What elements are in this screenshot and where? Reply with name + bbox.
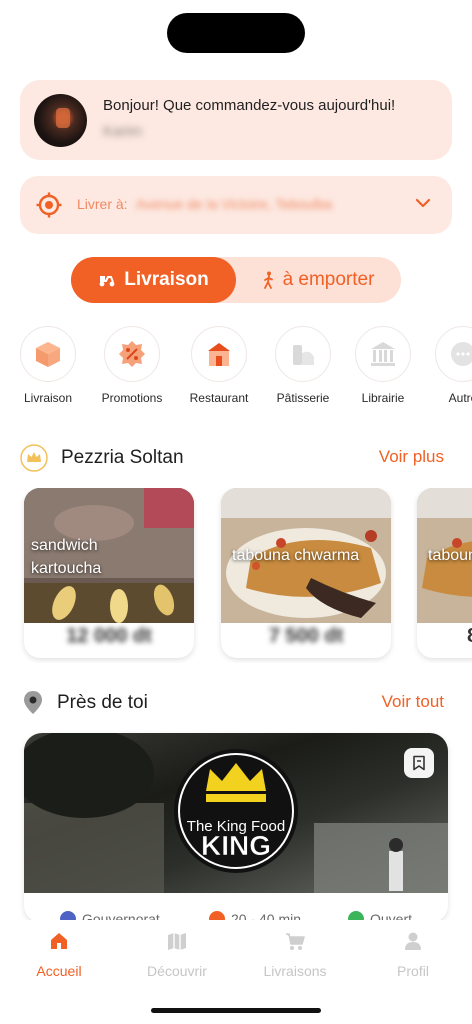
product-card[interactable]: sandwich kartoucha 12 000 dt bbox=[24, 488, 194, 658]
package-icon bbox=[36, 342, 60, 367]
tab-a-emporter[interactable]: à emporter bbox=[236, 257, 401, 303]
featured-section-header: Pezzria Soltan Voir plus bbox=[20, 443, 452, 473]
crown-badge-icon bbox=[20, 444, 48, 472]
discount-icon bbox=[119, 341, 145, 367]
category-label: Librairie bbox=[361, 391, 405, 405]
category-promotions[interactable]: Promotions bbox=[87, 326, 177, 405]
home-icon bbox=[51, 933, 67, 949]
map-icon bbox=[168, 933, 186, 950]
tab-accueil[interactable]: Accueil bbox=[0, 930, 118, 979]
tab-label: Livraisons bbox=[263, 963, 327, 979]
category-livraison[interactable]: Livraison bbox=[3, 326, 93, 405]
product-price: 12 000 dt bbox=[66, 625, 152, 647]
chevron-down-icon[interactable] bbox=[414, 194, 432, 212]
address-value: Avenue de la Victoire, Teboulba bbox=[136, 196, 333, 212]
home-indicator bbox=[151, 1008, 321, 1013]
greeting-message: Bonjour! Que commandez-vous aujourd'hui! bbox=[103, 97, 396, 114]
category-label: Autre bbox=[448, 391, 472, 405]
bookmark-icon bbox=[413, 755, 425, 771]
category-librairie[interactable]: Librairie bbox=[338, 326, 428, 405]
avatar[interactable] bbox=[34, 94, 87, 147]
restaurant-card[interactable]: The King Food KING Gouvernorat 20 - 40 m… bbox=[24, 733, 448, 923]
product-name: tabouna chwarma bbox=[232, 547, 360, 564]
product-card[interactable]: tabouna chwarma 7 500 dt bbox=[221, 488, 391, 658]
product-card[interactable]: tabouna chwarma 8 bbox=[417, 488, 472, 658]
tab-label: Profil bbox=[397, 963, 429, 979]
category-label: Pâtisserie bbox=[276, 391, 330, 405]
nearby-section-header: Près de toi Voir tout bbox=[20, 688, 452, 718]
category-restaurant[interactable]: Restaurant bbox=[174, 326, 264, 405]
livraison-label: Livraison bbox=[124, 269, 209, 290]
greeting-card[interactable]: Bonjour! Que commandez-vous aujourd'hui!… bbox=[20, 80, 452, 160]
category-label: Restaurant bbox=[189, 391, 249, 405]
product-name: sandwich kartoucha bbox=[31, 537, 102, 577]
product-price: 8 bbox=[467, 625, 472, 648]
scooter-icon bbox=[99, 276, 115, 287]
tab-profil[interactable]: Profil bbox=[354, 930, 472, 979]
delivery-address-selector[interactable]: Livrer à: Avenue de la Victoire, Teboulb… bbox=[20, 176, 452, 234]
pastry-icon bbox=[293, 345, 314, 365]
category-autre[interactable]: Autre bbox=[418, 326, 472, 405]
restaurant-logo: The King Food KING bbox=[174, 749, 298, 873]
delivery-mode-toggle: Livraison à emporter bbox=[71, 257, 401, 303]
a-emporter-label: à emporter bbox=[282, 269, 375, 290]
product-name: tabouna chwarma bbox=[428, 547, 472, 564]
location-target-icon bbox=[36, 192, 62, 218]
more-icon bbox=[451, 342, 472, 366]
location-pin-icon bbox=[24, 691, 42, 714]
user-name: Karim bbox=[103, 123, 143, 140]
user-icon bbox=[405, 932, 421, 950]
cart-icon bbox=[286, 933, 305, 950]
restaurant-logo-subtext: KING bbox=[201, 830, 271, 861]
dynamic-island bbox=[167, 13, 305, 53]
bookmark-button[interactable] bbox=[404, 748, 434, 778]
product-price: 7 500 dt bbox=[268, 625, 344, 647]
tab-decouvrir[interactable]: Découvrir bbox=[118, 930, 236, 979]
voir-plus-link[interactable]: Voir plus bbox=[379, 447, 444, 467]
walking-person-icon bbox=[263, 271, 273, 289]
tab-livraisons[interactable]: Livraisons bbox=[236, 930, 354, 979]
category-row: Livraison Promotions Restaurant Pâtisser… bbox=[0, 326, 472, 406]
product-carousel: sandwich kartoucha 12 000 dt tabouna chw… bbox=[0, 488, 472, 663]
tab-livraison[interactable]: Livraison bbox=[71, 257, 236, 303]
category-patisserie[interactable]: Pâtisserie bbox=[258, 326, 348, 405]
library-icon bbox=[371, 342, 395, 366]
featured-title: Pezzria Soltan bbox=[61, 447, 184, 468]
restaurant-icon bbox=[208, 343, 230, 366]
category-label: Livraison bbox=[23, 391, 73, 405]
tab-label: Découvrir bbox=[147, 963, 207, 979]
address-label: Livrer à: bbox=[77, 196, 128, 212]
voir-tout-link[interactable]: Voir tout bbox=[382, 692, 444, 712]
category-label: Promotions bbox=[101, 391, 163, 405]
tab-label: Accueil bbox=[36, 963, 82, 979]
nearby-title: Près de toi bbox=[57, 692, 148, 713]
